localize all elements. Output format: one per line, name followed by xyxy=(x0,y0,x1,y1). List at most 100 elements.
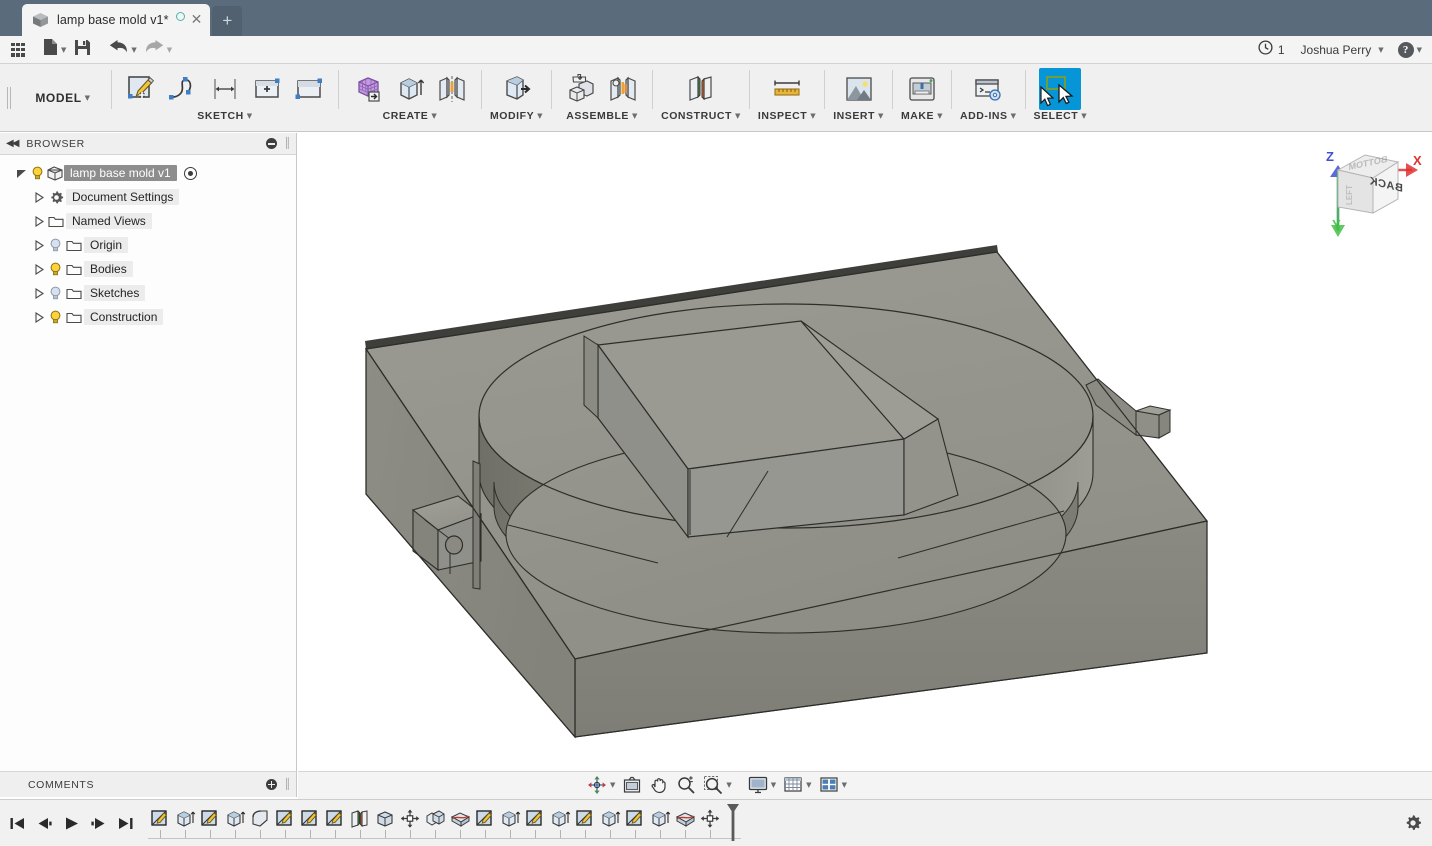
expand-triangle-icon[interactable] xyxy=(32,215,46,227)
timeline-go-end-button[interactable] xyxy=(113,810,138,836)
chevron-down-icon[interactable]: ▼ xyxy=(247,112,253,120)
visibility-bulb-icon[interactable] xyxy=(46,310,64,325)
browser-item-sketches[interactable]: Sketches xyxy=(0,281,296,305)
timeline-step-forward-button[interactable] xyxy=(86,810,111,836)
chevron-down-icon[interactable]: ▼ xyxy=(1081,112,1087,120)
document-tab[interactable]: lamp base mold v1* ✕ xyxy=(22,4,211,36)
timeline-settings-button[interactable] xyxy=(1404,814,1422,832)
workspace-selector[interactable]: MODEL ▼ xyxy=(18,64,108,131)
timeline-feature-sketch[interactable] xyxy=(623,803,648,843)
chevron-down-icon[interactable]: ▼ xyxy=(878,112,884,120)
grid-snaps-button[interactable]: ▼ xyxy=(780,773,814,797)
expand-triangle-icon[interactable] xyxy=(32,239,46,251)
visibility-bulb-icon[interactable] xyxy=(28,166,46,181)
new-tab-button[interactable]: + xyxy=(212,6,243,36)
browser-item-document-settings[interactable]: Document Settings xyxy=(0,185,296,209)
timeline-step-back-button[interactable] xyxy=(32,810,57,836)
create-form-button[interactable] xyxy=(246,68,288,110)
expand-triangle-icon[interactable] xyxy=(32,311,46,323)
browser-item-root[interactable]: lamp base mold v1 xyxy=(0,161,296,185)
timeline-feature-extrude[interactable] xyxy=(173,803,198,843)
offset-plane-button[interactable] xyxy=(680,68,722,110)
mirror-button[interactable] xyxy=(431,68,473,110)
lamp-base-mold-3d-model[interactable] xyxy=(298,133,1432,771)
expand-triangle-icon[interactable] xyxy=(32,287,46,299)
chevron-down-icon[interactable]: ▼ xyxy=(632,112,638,120)
minus-circle-icon[interactable] xyxy=(265,138,277,149)
visibility-bulb-icon[interactable] xyxy=(46,238,64,253)
timeline-feature-sketch[interactable] xyxy=(323,803,348,843)
viewport-layout-button[interactable]: ▼ xyxy=(816,773,850,797)
timeline-feature-extrude[interactable] xyxy=(598,803,623,843)
timeline-feature-sketch[interactable] xyxy=(198,803,223,843)
display-settings-button[interactable]: ▼ xyxy=(745,773,779,797)
zoom-button[interactable] xyxy=(673,773,699,797)
create-form-tsplines-button[interactable] xyxy=(347,68,389,110)
save-button[interactable] xyxy=(70,37,95,63)
chevron-down-icon[interactable]: ▼ xyxy=(937,112,943,120)
timeline-feature-sketch[interactable] xyxy=(298,803,323,843)
timeline-feature-extrude[interactable] xyxy=(498,803,523,843)
visibility-bulb-icon[interactable] xyxy=(46,262,64,277)
chevron-down-icon[interactable]: ▼ xyxy=(1378,46,1383,54)
timeline-feature-extrude[interactable] xyxy=(223,803,248,843)
extrude-button[interactable] xyxy=(389,68,431,110)
measure-button[interactable] xyxy=(766,68,808,110)
select-tool-button[interactable] xyxy=(1039,67,1082,110)
chevron-down-icon[interactable]: ▼ xyxy=(537,112,543,120)
redo-button[interactable]: ▼ xyxy=(141,37,176,63)
chevron-down-icon[interactable]: ▼ xyxy=(167,46,172,54)
timeline-feature-combine[interactable] xyxy=(423,803,448,843)
zoom-window-button[interactable]: ▼ xyxy=(700,773,734,797)
3d-print-button[interactable] xyxy=(901,68,943,110)
visibility-bulb-icon[interactable] xyxy=(46,286,64,301)
create-rectangle-button[interactable] xyxy=(288,68,330,110)
timeline-feature-extrude[interactable] xyxy=(648,803,673,843)
timeline-feature-extrude[interactable] xyxy=(548,803,573,843)
chevron-down-icon[interactable]: ▼ xyxy=(771,781,776,789)
new-component-button[interactable] xyxy=(560,68,602,110)
panel-resize-grip[interactable]: ║ xyxy=(284,138,291,149)
timeline-feature-sketch[interactable] xyxy=(473,803,498,843)
new-document-button[interactable]: ▼ xyxy=(39,37,70,63)
chevron-down-icon[interactable]: ▼ xyxy=(610,781,615,789)
timeline-feature-sketch[interactable] xyxy=(273,803,298,843)
browser-item-origin[interactable]: Origin xyxy=(0,233,296,257)
view-cube[interactable]: Z X Y BACK BOTTOM LEFT xyxy=(1316,135,1426,245)
viewport-canvas[interactable]: Z X Y BACK BOTTOM LEFT xyxy=(298,133,1432,771)
sketch-dimension-button[interactable] xyxy=(204,68,246,110)
browser-item-named-views[interactable]: Named Views xyxy=(0,209,296,233)
insert-image-button[interactable] xyxy=(838,68,880,110)
create-sketch-button[interactable] xyxy=(120,68,162,110)
timeline-feature-sketch[interactable] xyxy=(573,803,598,843)
timeline-feature-track[interactable] xyxy=(148,803,741,843)
look-at-button[interactable] xyxy=(619,773,645,797)
chevron-down-icon[interactable]: ▼ xyxy=(431,112,437,120)
close-tab-icon[interactable]: ✕ xyxy=(191,13,203,27)
ribbon-drag-handle[interactable] xyxy=(0,64,18,131)
chevron-down-icon[interactable]: ▼ xyxy=(726,781,731,789)
timeline-feature-sketch[interactable] xyxy=(148,803,173,843)
timeline-feature-split[interactable] xyxy=(448,803,473,843)
activate-component-icon[interactable] xyxy=(183,166,197,180)
expand-triangle-icon[interactable] xyxy=(32,263,46,275)
chevron-down-icon[interactable]: ▼ xyxy=(61,46,66,54)
chevron-down-icon[interactable]: ▼ xyxy=(1011,112,1017,120)
timeline-feature-split[interactable] xyxy=(673,803,698,843)
app-grid-button[interactable] xyxy=(7,37,29,63)
panel-resize-grip[interactable]: ║ xyxy=(284,779,291,790)
browser-item-construction[interactable]: Construction xyxy=(0,305,296,329)
timeline-feature-plane[interactable] xyxy=(348,803,373,843)
browser-item-bodies[interactable]: Bodies xyxy=(0,257,296,281)
plus-circle-icon[interactable] xyxy=(265,779,277,790)
chevron-down-icon[interactable]: ▼ xyxy=(735,112,741,120)
chevron-down-icon[interactable]: ▼ xyxy=(131,46,136,54)
chevron-down-icon[interactable]: ▼ xyxy=(1417,46,1422,54)
chevron-down-icon[interactable]: ▼ xyxy=(806,781,811,789)
chevron-down-icon[interactable]: ▼ xyxy=(810,112,816,120)
timeline-play-button[interactable] xyxy=(59,810,84,836)
timeline-feature-move[interactable] xyxy=(398,803,423,843)
help-icon[interactable]: ? xyxy=(1397,41,1414,58)
timeline-go-start-button[interactable] xyxy=(5,810,30,836)
orbit-button[interactable]: ▼ xyxy=(584,773,618,797)
